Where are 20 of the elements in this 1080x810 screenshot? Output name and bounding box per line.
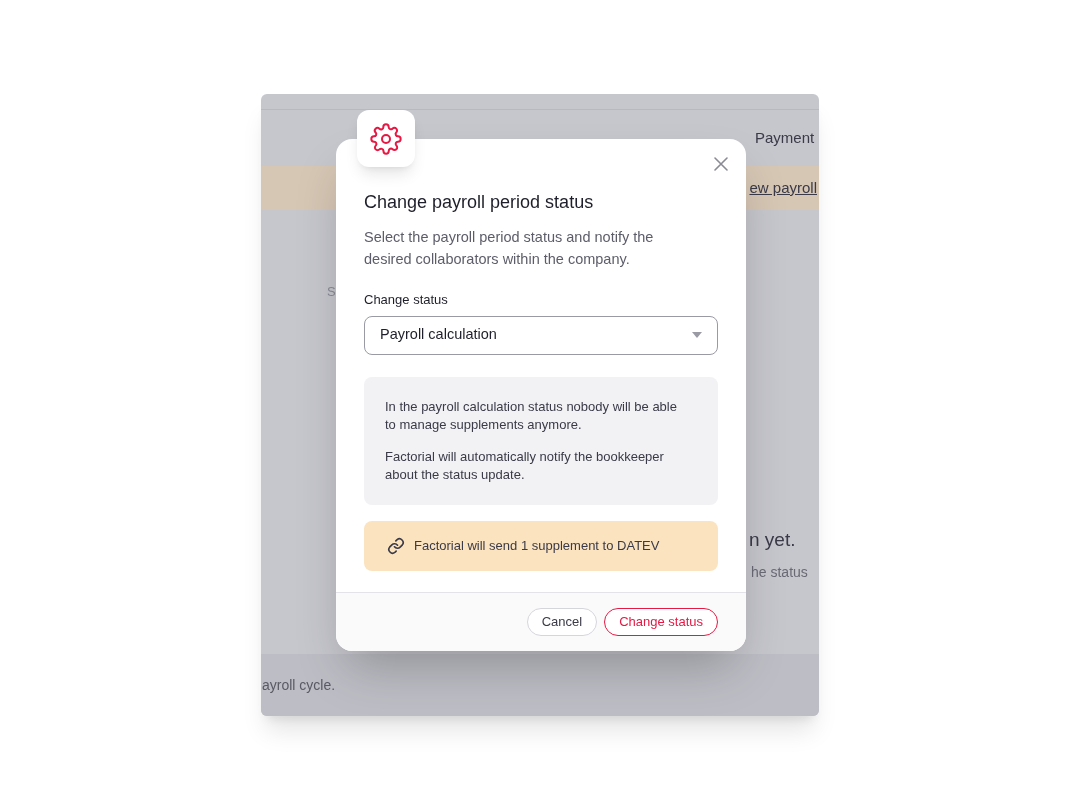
cancel-button[interactable]: Cancel — [526, 608, 598, 636]
gear-icon — [370, 122, 402, 155]
status-select[interactable]: Payroll calculation — [364, 315, 718, 355]
notice-text: Factorial will send 1 supplement to DATEV — [414, 536, 660, 555]
link-icon — [387, 536, 405, 555]
info-text: Factorial will automatically notify the bookkeeper about the status update. — [385, 447, 665, 484]
close-button[interactable] — [712, 155, 729, 172]
field-label: Change status — [364, 291, 449, 309]
nav-tab[interactable]: Payment — [755, 126, 815, 150]
footer-text: ayroll cycle. — [262, 675, 336, 695]
dialog-description: Select the payroll period status and notify the desired collaborators within the company. — [364, 228, 655, 269]
info-text: In the payroll calculation status nobody will be able to manage supplements anymore. — [385, 397, 678, 434]
empty-state-title: n yet. — [749, 528, 796, 552]
dialog-title: Change payroll period status — [364, 191, 595, 214]
empty-state-text: he status — [751, 563, 808, 582]
banner-link[interactable]: ew payroll — [749, 176, 817, 200]
page-text: S — [327, 283, 336, 301]
caret-icon — [692, 332, 702, 338]
close-icon — [713, 156, 728, 171]
confirm-button[interactable]: Change status — [604, 608, 718, 636]
